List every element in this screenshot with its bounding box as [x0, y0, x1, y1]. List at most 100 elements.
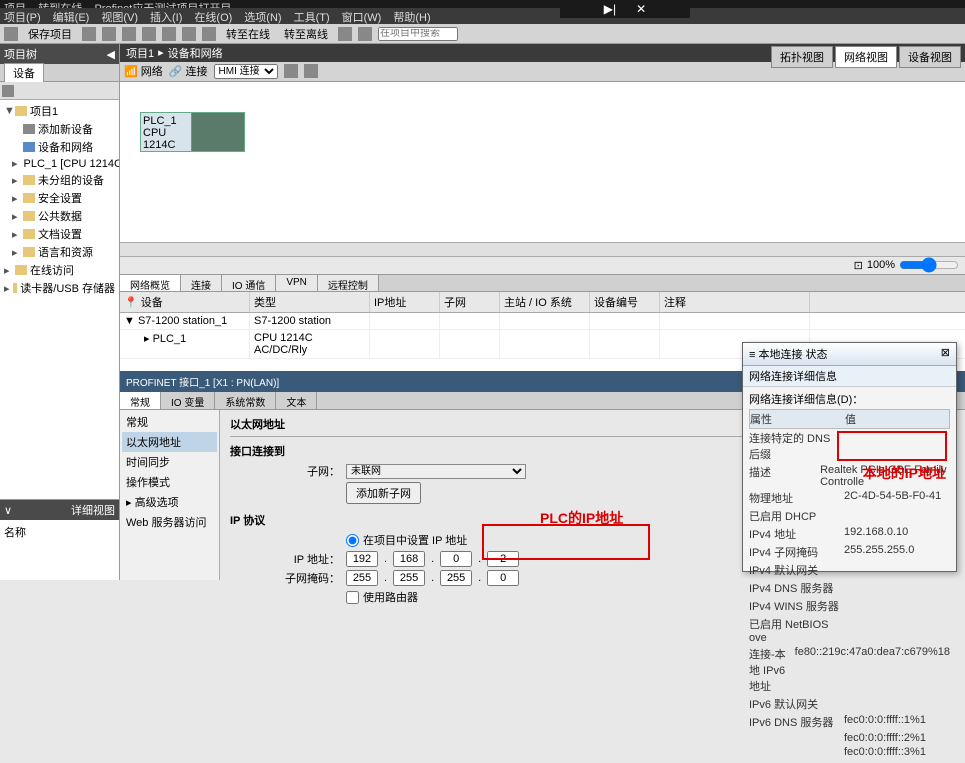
tool-icon[interactable]	[338, 27, 352, 41]
network-button[interactable]: 📶 网络	[124, 63, 163, 79]
network-canvas[interactable]: PLC_1 CPU 1214C	[120, 82, 965, 242]
gooffline-button[interactable]: 转至离线	[280, 25, 332, 43]
hmi-select[interactable]: HMI 连接	[214, 64, 278, 79]
bottom-tabs: 网络概览 连接 IO 通信 VPN 远程控制	[120, 274, 965, 292]
use-router-check[interactable]	[346, 591, 359, 604]
tree-item[interactable]: ▸未分组的设备	[2, 171, 117, 189]
tree-item[interactable]: ▸文档设置	[2, 225, 117, 243]
gh-device[interactable]: 📍 设备	[120, 292, 250, 312]
radio-set-ip-label: 在项目中设置 IP 地址	[363, 532, 467, 548]
tree-item[interactable]: ▸PLC_1 [CPU 1214C A...	[2, 156, 117, 171]
ip-3[interactable]	[440, 551, 472, 567]
btab-overview[interactable]: 网络概览	[120, 275, 181, 291]
nav-ethernet[interactable]: 以太网地址	[122, 432, 217, 452]
menu-tools[interactable]: 工具(T)	[294, 9, 330, 23]
goonline-button[interactable]: 转至在线	[222, 25, 274, 43]
view-tabs: 拓扑视图 网络视图 设备视图	[771, 46, 961, 68]
btab-connect[interactable]: 连接	[181, 275, 222, 291]
tree-item[interactable]: ▸读卡器/USB 存储器	[2, 279, 117, 297]
connect-button[interactable]: 🔗 连接	[169, 63, 208, 79]
ptab-const[interactable]: 系统常数	[215, 392, 276, 409]
play-icon[interactable]: ▶|	[604, 2, 616, 16]
menu-view[interactable]: 视图(V)	[101, 9, 138, 23]
radio-set-ip[interactable]	[346, 534, 359, 547]
tree-item[interactable]: ▼项目1	[2, 102, 117, 120]
btab-remote[interactable]: 远程控制	[318, 275, 379, 291]
tree-item[interactable]: ▸语言和资源	[2, 243, 117, 261]
mask-3[interactable]	[440, 570, 472, 586]
menu-options[interactable]: 选项(N)	[244, 9, 281, 23]
ptab-text[interactable]: 文本	[276, 392, 317, 409]
gh-type[interactable]: 类型	[250, 292, 370, 312]
ip-4[interactable]	[487, 551, 519, 567]
plc-device-box[interactable]: PLC_1 CPU 1214C	[140, 112, 245, 152]
nav-general[interactable]: 常规	[122, 412, 217, 432]
popup-row: IPv6 默认网关	[749, 695, 950, 713]
popup-row: 已启用 NetBIOS ove	[749, 615, 950, 645]
tab-topology[interactable]: 拓扑视图	[771, 46, 833, 68]
download-icon[interactable]	[202, 27, 216, 41]
redo-icon[interactable]	[182, 27, 196, 41]
gh-comment[interactable]: 注释	[660, 292, 810, 312]
menu-insert[interactable]: 插入(I)	[150, 9, 182, 23]
menu-edit[interactable]: 编辑(E)	[53, 9, 90, 23]
btab-io[interactable]: IO 通信	[222, 275, 276, 291]
popup-row: fec0:0:0:ffff::2%1	[749, 731, 950, 745]
tree-item[interactable]: ▸公共数据	[2, 207, 117, 225]
nav-webserver[interactable]: Web 服务器访问	[122, 512, 217, 532]
search-input[interactable]	[378, 27, 458, 41]
plc-image	[191, 113, 244, 151]
popup-close-icon[interactable]: ⊠	[941, 346, 950, 362]
tree-item[interactable]: 添加新设备	[2, 120, 117, 138]
copy-icon[interactable]	[122, 27, 136, 41]
gh-ip[interactable]: IP地址	[370, 292, 440, 312]
zoom-slider[interactable]	[899, 257, 959, 273]
tab-device[interactable]: 设备视图	[899, 46, 961, 68]
h-scrollbar[interactable]	[120, 242, 965, 256]
new-icon[interactable]	[4, 27, 18, 41]
gh-devno[interactable]: 设备编号	[590, 292, 660, 312]
mask-4[interactable]	[487, 570, 519, 586]
menu-project[interactable]: 项目(P)	[4, 9, 41, 23]
title-bar: 项目... 转到在线... Profinet应天测试项目打开目	[0, 0, 965, 8]
subnet-select[interactable]: 未联网	[346, 464, 526, 479]
collapse-icon[interactable]: ◀	[107, 48, 115, 61]
add-subnet-button[interactable]: 添加新子网	[346, 482, 421, 504]
popup-row: 连接-本地 IPv6 地址fe80::219c:47a0:dea7:c679%1…	[749, 645, 950, 695]
detail-name-label: 名称	[4, 524, 115, 540]
mask-1[interactable]	[346, 570, 378, 586]
cut-icon[interactable]	[102, 27, 116, 41]
nav-advanced[interactable]: ▸ 高级选项	[122, 492, 217, 512]
subnet-label: 子网：	[230, 463, 340, 479]
tab-network[interactable]: 网络视图	[835, 46, 897, 68]
tree-item[interactable]: ▸安全设置	[2, 189, 117, 207]
vt-icon2[interactable]	[304, 64, 318, 78]
nav-timesync[interactable]: 时间同步	[122, 452, 217, 472]
menu-online[interactable]: 在线(O)	[194, 9, 232, 23]
nav-opmode[interactable]: 操作模式	[122, 472, 217, 492]
tree-item[interactable]: 设备和网络	[2, 138, 117, 156]
ptab-iovar[interactable]: IO 变量	[161, 392, 215, 409]
close-icon[interactable]: ✕	[636, 2, 646, 16]
print-icon[interactable]	[82, 27, 96, 41]
table-row[interactable]: ▼ S7-1200 station_1 S7-1200 station	[120, 313, 965, 330]
mask-2[interactable]	[393, 570, 425, 586]
tool2-icon[interactable]	[358, 27, 372, 41]
ip-2[interactable]	[393, 551, 425, 567]
vt-icon1[interactable]	[284, 64, 298, 78]
menu-window[interactable]: 窗口(W)	[342, 9, 382, 23]
undo-icon[interactable]	[162, 27, 176, 41]
tree-toolbar	[0, 82, 119, 100]
ip-1[interactable]	[346, 551, 378, 567]
save-button[interactable]: 保存项目	[24, 25, 76, 43]
ptab-general[interactable]: 常规	[120, 392, 161, 409]
gh-subnet[interactable]: 子网	[440, 292, 500, 312]
gh-master[interactable]: 主站 / IO 系统	[500, 292, 590, 312]
zoom-fit-icon[interactable]: ⊡	[854, 259, 863, 272]
paste-icon[interactable]	[142, 27, 156, 41]
tree-item[interactable]: ▸在线访问	[2, 261, 117, 279]
menu-help[interactable]: 帮助(H)	[393, 9, 430, 23]
tree-tool-icon[interactable]	[2, 85, 14, 97]
btab-vpn[interactable]: VPN	[276, 275, 318, 291]
tab-devices[interactable]: 设备	[4, 63, 44, 82]
